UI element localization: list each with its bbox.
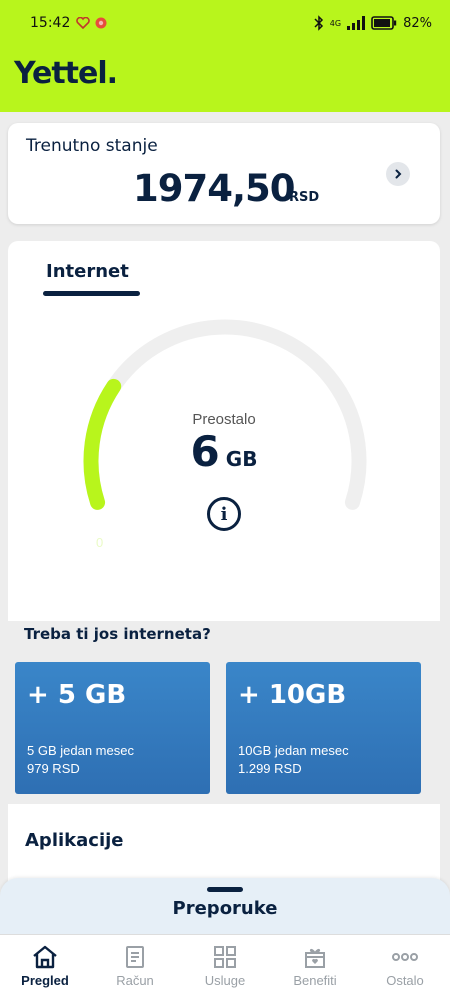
- internet-card: Internet 0 Preostalo 6 GB i: [8, 241, 440, 621]
- recommendations-title: Preporuke: [172, 898, 278, 919]
- gift-icon: [305, 948, 325, 968]
- nav-item-usluge[interactable]: Usluge: [180, 935, 270, 1000]
- nav-item-pregled[interactable]: Pregled: [0, 935, 90, 1000]
- offer-amount: + 5 GB: [27, 680, 127, 710]
- grid-icon: [214, 946, 236, 968]
- nav-item-racun[interactable]: Račun: [90, 935, 180, 1000]
- nav-label: Račun: [116, 973, 154, 988]
- balance-card[interactable]: Trenutno stanje 1974,50 RSD: [8, 123, 440, 224]
- heart-icon: [76, 17, 91, 29]
- status-right: 4G 82%: [314, 15, 432, 31]
- more-icon: [392, 953, 418, 961]
- nav-item-benefiti[interactable]: Benefiti: [270, 935, 360, 1000]
- info-icon[interactable]: i: [207, 497, 241, 531]
- balance-title: Trenutno stanje: [26, 136, 158, 156]
- offer-price: 1.299 RSD: [238, 761, 302, 776]
- status-bar: 15:42 4G 82%: [0, 0, 450, 46]
- offer-card-10gb[interactable]: + 10GB 10GB jedan mesec 1.299 RSD: [226, 662, 421, 794]
- balance-details-button[interactable]: [386, 162, 410, 186]
- bottom-nav: Pregled Račun Usluge Benefiti Ostalo: [0, 934, 450, 1000]
- offer-card-5gb[interactable]: + 5 GB 5 GB jedan mesec 979 RSD: [15, 662, 210, 794]
- nav-label: Ostalo: [386, 973, 424, 988]
- nav-label: Pregled: [21, 973, 69, 988]
- balance-currency: RSD: [289, 190, 320, 205]
- nav-item-ostalo[interactable]: Ostalo: [360, 935, 450, 1000]
- remaining-value: 6 GB: [8, 427, 440, 476]
- offer-price: 979 RSD: [27, 761, 80, 776]
- nav-label: Benefiti: [293, 973, 337, 988]
- battery-icon: [371, 16, 397, 30]
- nav-label: Usluge: [204, 973, 246, 988]
- bill-icon: [126, 946, 144, 968]
- signal-icon: [347, 16, 366, 30]
- remaining-unit: GB: [225, 447, 258, 471]
- recommendations-sheet[interactable]: Preporuke: [0, 878, 450, 938]
- offer-description: 5 GB jedan mesec: [27, 743, 134, 758]
- apps-title: Aplikacije: [25, 830, 124, 851]
- yettel-logo: Yettel.: [14, 56, 118, 91]
- offers-title: Treba ti jos interneta?: [24, 625, 211, 643]
- offer-amount: + 10GB: [238, 680, 347, 710]
- bluetooth-icon: [314, 15, 323, 31]
- chevron-right-icon: [395, 169, 402, 179]
- gauge-min-label: 0: [96, 535, 104, 550]
- balance-amount: 1974,50: [133, 167, 296, 210]
- app-header: 15:42 4G 82% Yettel.: [0, 0, 450, 112]
- remaining-number: 6: [190, 427, 220, 476]
- sheet-drag-handle[interactable]: [207, 887, 243, 892]
- status-time: 15:42: [30, 15, 71, 31]
- app-notification-icon: [95, 17, 107, 29]
- network-type: 4G: [329, 18, 342, 28]
- home-icon: [33, 945, 57, 969]
- remaining-label: Preostalo: [192, 411, 256, 428]
- battery-percent: 82%: [403, 15, 432, 31]
- offer-description: 10GB jedan mesec: [238, 743, 349, 758]
- notification-icons: [76, 16, 108, 30]
